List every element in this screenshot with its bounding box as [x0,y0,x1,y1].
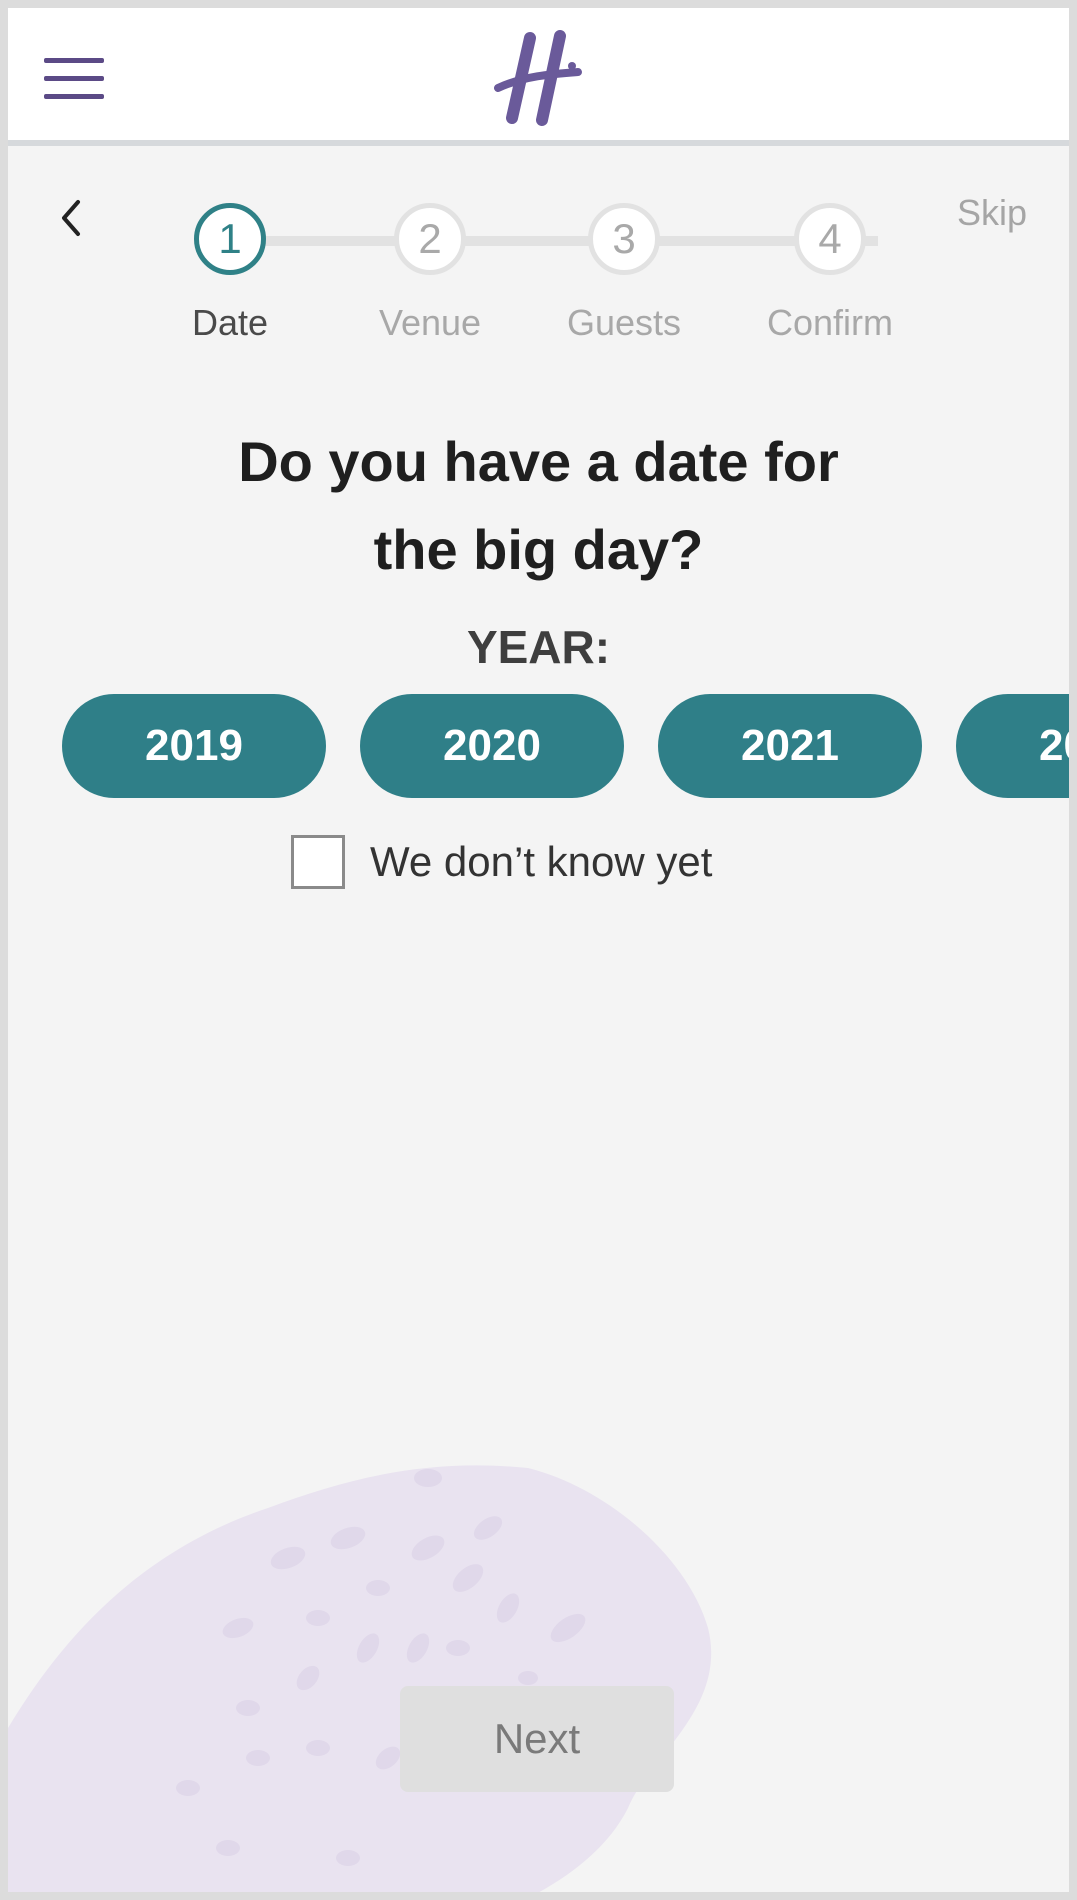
year-label: YEAR: [466,621,611,673]
step-4-circle: 4 [794,203,866,275]
question-line-1: Do you have a date for [238,430,839,493]
decorative-brush-shape [8,1465,712,1892]
step-3-circle: 3 [588,203,660,275]
next-button[interactable]: Next [400,1686,674,1792]
step-4-label: Confirm [766,302,894,343]
year-button-2019[interactable]: 2019 [62,694,326,798]
page-question: Do you have a date for the big day? [8,418,1069,594]
progress-stepper: 1 2 3 4 Date Venue Guests Confirm [8,198,1069,348]
step-2-label: Venue [378,302,482,343]
menu-icon[interactable] [44,58,104,100]
unknown-date-checkbox[interactable] [291,835,345,889]
step-3-label: Guests [566,302,682,343]
question-line-2: the big day? [373,518,704,581]
step-1-label: Date [191,302,269,343]
stepper-track [238,236,878,246]
step-2-circle: 2 [394,203,466,275]
year-button-2022[interactable]: 2022 [956,694,1069,798]
unknown-date-label: We don’t know yet [370,838,713,885]
year-button-2020[interactable]: 2020 [360,694,624,798]
app-header [8,8,1069,146]
app-screen: Skip 1 2 3 4 Date Venue Guests Confirm D… [8,8,1069,1892]
year-button-2021[interactable]: 2021 [658,694,922,798]
step-1-circle: 1 [194,203,266,275]
brand-logo [494,30,582,126]
